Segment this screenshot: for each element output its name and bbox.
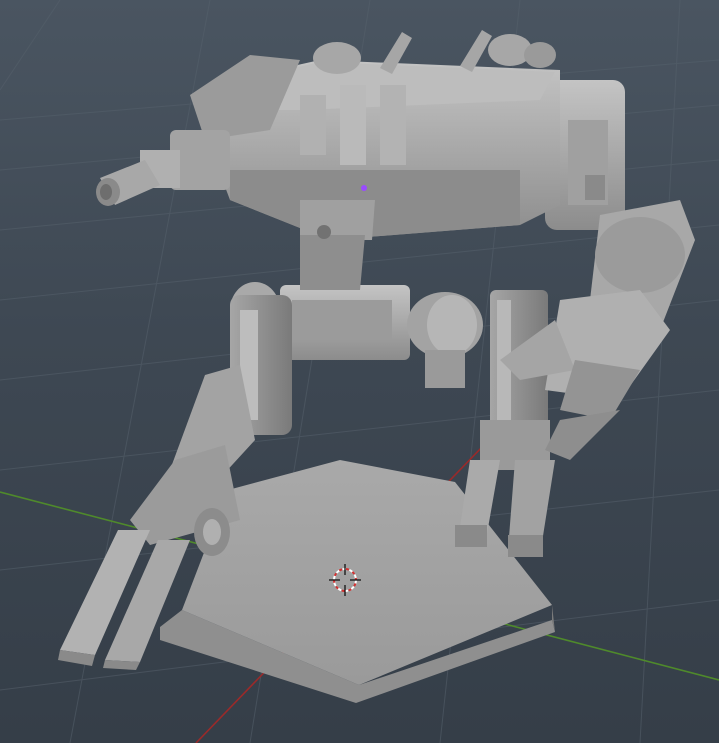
selected-vertex[interactable] — [361, 185, 367, 191]
3d-viewport[interactable] — [0, 0, 719, 743]
viewport-canvas[interactable] — [0, 0, 719, 743]
